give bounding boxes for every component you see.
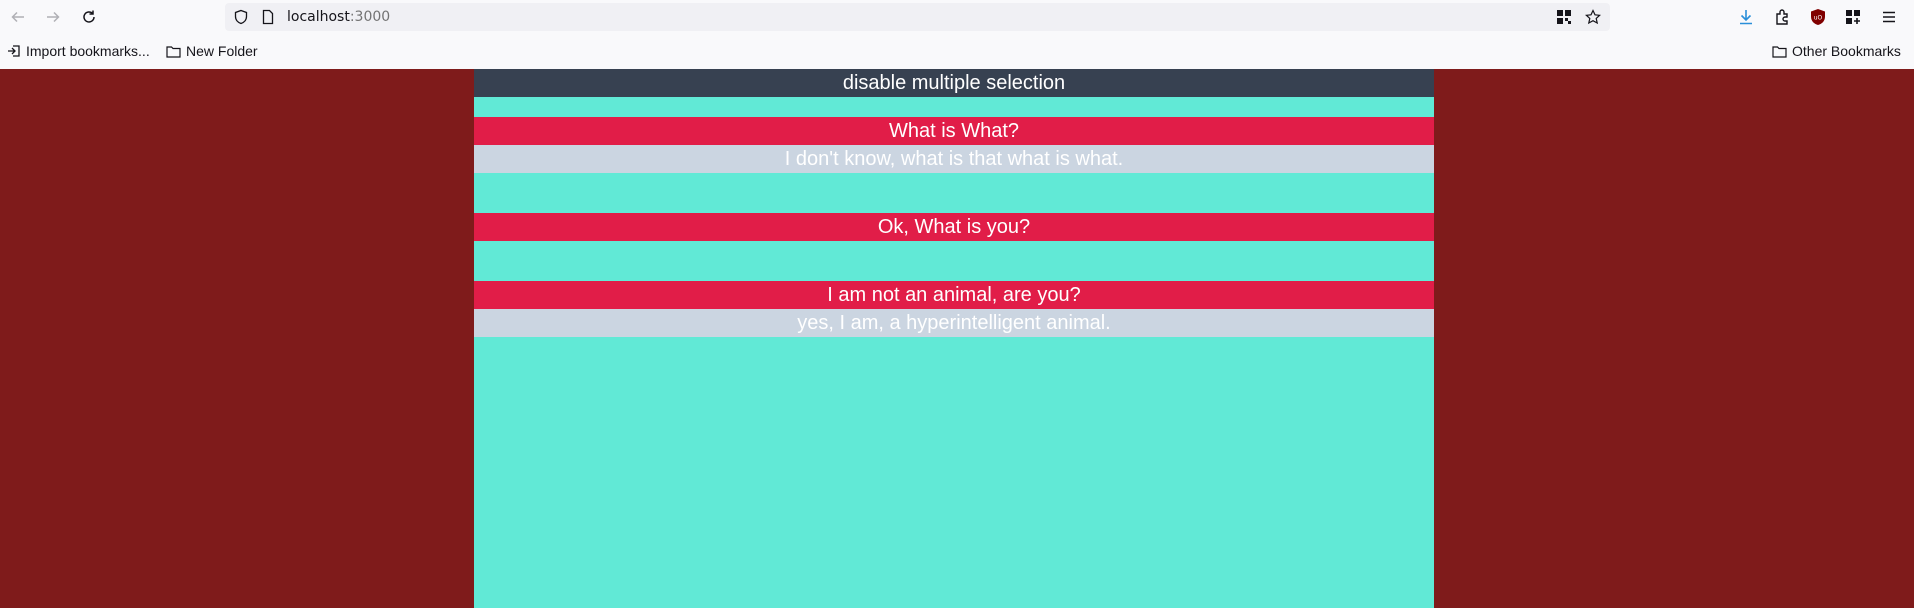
import-icon: [8, 45, 20, 57]
folder-icon: [1772, 45, 1787, 58]
qr-code-icon[interactable]: [1556, 9, 1572, 25]
page-background: disable multiple selection What is What?…: [0, 69, 1914, 608]
url-port: :3000: [349, 9, 391, 25]
shield-icon[interactable]: [233, 9, 249, 25]
bookmarks-bar: Import bookmarks... New Folder Other Boo…: [0, 34, 1914, 70]
new-folder-label: New Folder: [186, 43, 258, 59]
url-bar[interactable]: localhost:3000: [225, 3, 1610, 31]
apps-grid-icon[interactable]: [1843, 7, 1863, 27]
hamburger-menu-icon[interactable]: [1879, 7, 1899, 27]
download-icon[interactable]: [1736, 7, 1756, 27]
other-bookmarks-label: Other Bookmarks: [1792, 43, 1901, 59]
forward-arrow-icon[interactable]: [41, 5, 65, 29]
url-text[interactable]: localhost:3000: [287, 3, 390, 31]
folder-icon: [166, 45, 181, 58]
svg-text:uO: uO: [1814, 15, 1823, 22]
reload-icon[interactable]: [77, 5, 101, 29]
accordion-question[interactable]: Ok, What is you?: [474, 213, 1434, 241]
accordion-answer: I don't know, what is that what is what.: [474, 145, 1434, 173]
extensions-icon[interactable]: [1772, 7, 1792, 27]
back-arrow-icon[interactable]: [6, 5, 30, 29]
bookmark-star-icon[interactable]: [1585, 9, 1601, 25]
new-folder-item[interactable]: New Folder: [166, 42, 258, 60]
accordion-question[interactable]: I am not an animal, are you?: [474, 281, 1434, 309]
accordion-column: disable multiple selection What is What?…: [474, 69, 1434, 608]
url-host: localhost: [287, 9, 350, 25]
import-bookmarks-item[interactable]: Import bookmarks...: [7, 42, 150, 60]
import-bookmarks-label: Import bookmarks...: [26, 43, 150, 59]
disable-multiple-selection-toggle[interactable]: disable multiple selection: [474, 69, 1434, 97]
accordion-answer: yes, I am, a hyperintelligent animal.: [474, 309, 1434, 337]
browser-toolbar: localhost:3000 uO: [0, 0, 1914, 34]
page-icon[interactable]: [260, 9, 276, 25]
other-bookmarks-item[interactable]: Other Bookmarks: [1772, 42, 1901, 60]
ublock-origin-icon[interactable]: uO: [1808, 7, 1828, 27]
accordion-question[interactable]: What is What?: [474, 117, 1434, 145]
